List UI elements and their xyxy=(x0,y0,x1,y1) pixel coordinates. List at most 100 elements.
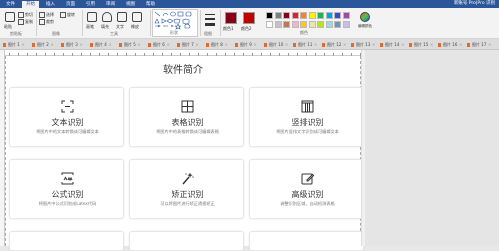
file-tab[interactable]: 图片 11 xyxy=(292,41,318,49)
card-desc: 将图片中公式识别成Latex代码 xyxy=(38,201,97,206)
size-label: 粗细 xyxy=(204,31,212,36)
card-title: 文本识别 xyxy=(51,118,84,127)
file-tab[interactable]: 图片 13 xyxy=(350,41,376,49)
magic-wand-icon xyxy=(182,172,194,185)
color-swatch[interactable] xyxy=(325,12,333,19)
color-swatch[interactable] xyxy=(266,12,273,19)
feature-card-vertical[interactable]: 竖排识别 将图片竖排文字识别成可编辑文本 xyxy=(249,87,364,147)
colors-label: 颜色 xyxy=(300,30,308,35)
crop-button[interactable]: 裁剪 xyxy=(39,19,54,25)
color-swatch[interactable] xyxy=(308,12,316,19)
file-tab[interactable]: 图片 3 xyxy=(60,41,83,49)
color-swatch[interactable] xyxy=(300,21,307,28)
image-label: 图像 xyxy=(52,31,60,36)
rotate-button[interactable]: 旋转 xyxy=(60,12,75,18)
divider xyxy=(200,10,201,36)
color-swatch[interactable] xyxy=(342,21,350,28)
title-bar: 文件 开始 插入 页面 引用 审阅 视图 帮助 新账号 Pro|Pro 识别 xyxy=(0,0,499,8)
file-tabs-bar: 图片 1 图片 2 图片 3 图片 4 图片 5 图片 6 图片 7 图片 8 图片 9 图片 1… xyxy=(0,39,499,50)
color-swatch[interactable] xyxy=(342,12,350,19)
shapes-label: 形状 xyxy=(170,30,178,35)
feature-card-advanced[interactable]: 高级识别 调整识别区域，自动检测表格 xyxy=(249,159,364,219)
primary-color-swatch[interactable] xyxy=(225,12,237,24)
card-desc: 调整识别区域，自动检测表格 xyxy=(280,201,335,206)
color-swatch[interactable] xyxy=(308,21,316,28)
tab-help[interactable]: 帮助 xyxy=(142,1,159,8)
secondary-color-swatch[interactable] xyxy=(243,12,255,24)
file-tab[interactable]: 图片 10 xyxy=(263,41,289,49)
text-tool-icon[interactable] xyxy=(117,12,127,22)
copy-button[interactable]: 复制 xyxy=(18,19,33,25)
document-page: 软件简介 文本识别 将图片中的文本转换成可编辑文本 表格识别 将图片中的表格转换… xyxy=(5,56,364,251)
file-tab[interactable]: 图片 15 xyxy=(408,41,434,49)
tab-home[interactable]: 开始 xyxy=(22,1,39,8)
edit-colors-button[interactable]: 编辑颜色 xyxy=(358,24,372,29)
text-button[interactable]: 文字 xyxy=(116,24,124,29)
rotate-icon xyxy=(60,12,66,18)
tab-view[interactable]: 视图 xyxy=(122,1,139,8)
file-tab[interactable]: 图片 4 xyxy=(89,41,112,49)
feature-card-partial[interactable] xyxy=(129,231,244,251)
color-swatch[interactable] xyxy=(274,21,282,28)
tab-file[interactable]: 文件 xyxy=(2,1,19,8)
copy-icon xyxy=(18,19,24,25)
edit-colors-group: 编辑颜色 xyxy=(358,9,372,37)
divider xyxy=(220,10,221,36)
size-group[interactable]: 粗细 xyxy=(202,9,218,37)
feature-card-partial[interactable] xyxy=(9,231,124,251)
file-tab[interactable]: 图片 7 xyxy=(176,41,199,49)
color-swatch[interactable] xyxy=(283,12,290,19)
feature-card-partial[interactable] xyxy=(249,231,364,251)
color-swatch[interactable] xyxy=(266,21,273,28)
user-account[interactable]: 新账号 Pro|Pro 识别 xyxy=(454,1,495,7)
file-tab[interactable]: 图片 5 xyxy=(118,41,141,49)
color-wheel-icon[interactable] xyxy=(360,12,370,22)
card-title: 矫正识别 xyxy=(171,190,204,199)
feature-card-table[interactable]: 表格识别 将图片中的表格转换成可编辑表格 xyxy=(129,87,244,147)
file-tab[interactable]: 图片 16 xyxy=(437,41,463,49)
feature-card-correction[interactable]: 矫正识别 可以将图片进行矫正透视矫正 xyxy=(129,159,244,219)
tools-group: 画笔 填充 文字 橡皮 工具 xyxy=(84,9,148,37)
tab-review[interactable]: 审阅 xyxy=(102,1,119,8)
file-tab[interactable]: 图片 12 xyxy=(321,41,347,49)
fill-button[interactable]: 填充 xyxy=(101,24,109,29)
eraser-button[interactable]: 橡皮 xyxy=(131,24,139,29)
pencil-icon[interactable] xyxy=(87,12,97,22)
file-tab[interactable]: 图片 6 xyxy=(147,41,170,49)
color1-label: 颜色1 xyxy=(223,26,234,31)
file-tab[interactable]: 图片 17 xyxy=(466,41,492,49)
color-swatch[interactable] xyxy=(317,12,324,19)
card-desc: 可以将图片进行矫正透视矫正 xyxy=(160,201,215,206)
paste-button[interactable]: 粘贴 xyxy=(4,24,12,29)
color-swatch[interactable] xyxy=(334,21,341,28)
eraser-icon[interactable] xyxy=(132,12,142,22)
color-swatch[interactable] xyxy=(291,21,299,28)
paste-icon[interactable] xyxy=(5,12,15,22)
feature-card-text[interactable]: 文本识别 将图片中的文本转换成可编辑文本 xyxy=(9,87,124,147)
fill-bucket-icon[interactable] xyxy=(102,12,112,22)
tab-reference[interactable]: 引用 xyxy=(82,1,99,8)
table-icon xyxy=(181,100,194,113)
tab-page[interactable]: 页面 xyxy=(62,1,79,8)
select-button[interactable]: 选择 xyxy=(39,12,54,18)
color-swatch[interactable] xyxy=(274,12,282,19)
color-swatch[interactable] xyxy=(300,12,307,19)
file-tab[interactable]: 图片 14 xyxy=(379,41,405,49)
color-swatch[interactable] xyxy=(334,12,341,19)
file-tab[interactable]: 图片 8 xyxy=(205,41,228,49)
file-tab[interactable]: 图片 1 xyxy=(2,41,25,49)
vertical-text-icon xyxy=(301,100,314,113)
file-tab[interactable]: 图片 2 xyxy=(31,41,54,49)
page-title: 软件简介 xyxy=(163,65,203,76)
edit-icon xyxy=(301,173,314,185)
cut-button[interactable]: 剪切 xyxy=(18,12,33,18)
color-swatch[interactable] xyxy=(291,12,299,19)
pencil-button[interactable]: 画笔 xyxy=(86,24,94,29)
side-panel xyxy=(365,50,499,246)
color-swatch[interactable] xyxy=(283,21,290,28)
color-swatch[interactable] xyxy=(325,21,333,28)
color-swatch[interactable] xyxy=(317,21,324,28)
tab-insert[interactable]: 插入 xyxy=(42,1,59,8)
file-tab[interactable]: 图片 9 xyxy=(234,41,257,49)
feature-card-formula[interactable]: 公式识别 将图片中公式识别成Latex代码 xyxy=(9,159,124,219)
